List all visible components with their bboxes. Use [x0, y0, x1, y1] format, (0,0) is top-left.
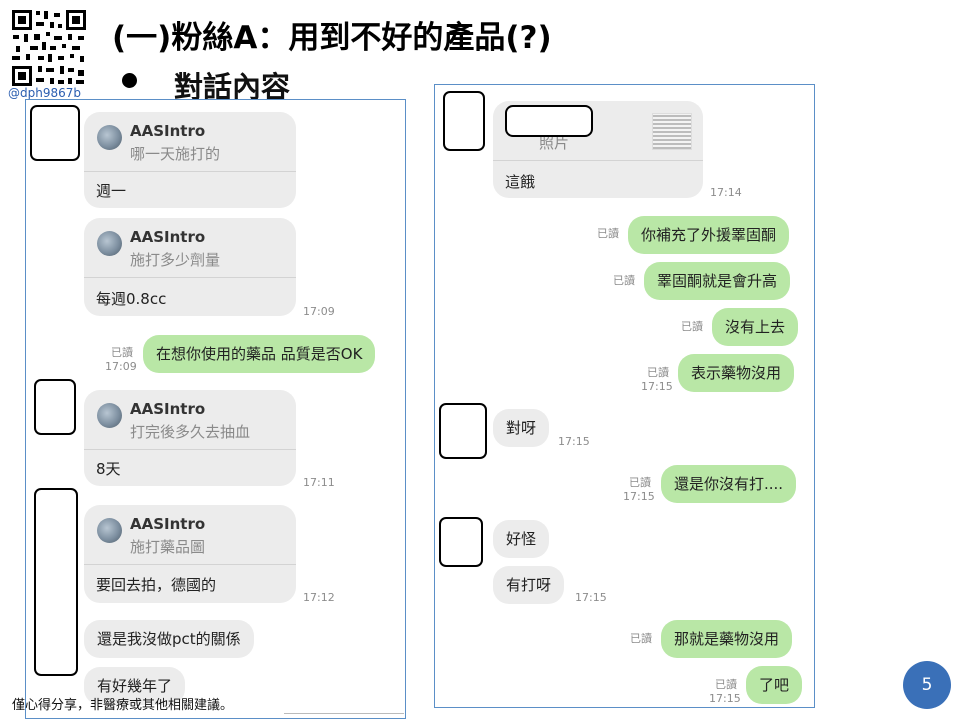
- read-receipt: 已讀: [629, 476, 651, 489]
- redacted-avatar: [34, 488, 78, 676]
- outgoing-message: 表示藥物沒用: [678, 354, 795, 392]
- slide-title: (一)粉絲A：用到不好的產品(?): [112, 20, 552, 56]
- incoming-message: 有打呀: [493, 566, 565, 604]
- reply-card: AASIntro 哪一天施打的 週一: [84, 112, 296, 208]
- outgoing-message: 還是你沒有打....: [661, 465, 797, 503]
- divider: [84, 277, 296, 278]
- disclaimer: 僅心得分享，非醫療或其他相關建議。: [12, 698, 234, 713]
- read-receipt: 已讀: [613, 274, 635, 287]
- avatar: [97, 403, 122, 428]
- reply-card: AASIntro 施打藥品圖 要回去拍，德國的: [84, 505, 296, 603]
- redacted-avatar: [439, 403, 487, 459]
- reply-quote: 施打多少劑量: [130, 251, 221, 269]
- read-receipt: 已讀: [111, 346, 133, 359]
- message-time: 17:15: [623, 490, 655, 503]
- message-time: 17:14: [710, 186, 742, 199]
- reply-quote: 打完後多久去抽血: [130, 423, 251, 441]
- divider: [84, 449, 296, 450]
- read-receipt: 已讀: [647, 366, 669, 379]
- read-receipt: 已讀: [681, 320, 703, 333]
- redacted-avatar: [443, 91, 485, 151]
- reply-author: AASIntro: [130, 515, 206, 533]
- reply-card: AASIntro 施打多少劑量 每週0.8cc: [84, 218, 296, 316]
- incoming-message: 好怪: [493, 520, 550, 558]
- read-receipt: 已讀: [630, 632, 652, 645]
- divider: [284, 713, 404, 714]
- reply-author: AASIntro: [130, 122, 206, 140]
- qr-code: [10, 8, 88, 88]
- bullet-icon: [122, 73, 137, 88]
- incoming-message: 還是我沒做pct的關係: [84, 620, 254, 658]
- divider: [493, 160, 703, 161]
- reply-text: 週一: [96, 182, 127, 200]
- outgoing-message: 那就是藥物沒用: [661, 620, 793, 658]
- author-handle: @dph9867b: [8, 86, 81, 100]
- redacted-avatar: [30, 105, 80, 161]
- reply-card: AASIntro 打完後多久去抽血 8天: [84, 390, 296, 486]
- incoming-message: 對呀: [493, 409, 550, 447]
- redacted-avatar: [439, 517, 483, 567]
- reply-text: 這餓: [505, 173, 536, 191]
- reply-text: 要回去拍，德國的: [96, 576, 217, 594]
- avatar: [97, 518, 122, 543]
- chat-screenshot-left: AASIntro 哪一天施打的 週一 AASIntro 施打多少劑量 每週0.8…: [25, 99, 406, 719]
- message-time: 17:09: [303, 305, 335, 318]
- outgoing-message: 了吧: [746, 666, 803, 704]
- read-receipt: 已讀: [597, 227, 619, 240]
- avatar: [97, 125, 122, 150]
- divider: [84, 564, 296, 565]
- outgoing-message: 在想你使用的藥品 品質是否OK: [143, 335, 376, 373]
- redacted-avatar: [34, 379, 76, 435]
- reply-author: AASIntro: [130, 228, 206, 246]
- avatar: [97, 231, 122, 256]
- chat-screenshot-right: 照片 這餓 17:14 已讀 你補充了外援睪固酮 已讀 睪固酮就是會升高 已讀 …: [434, 84, 815, 708]
- divider: [84, 171, 296, 172]
- message-time: 17:15: [558, 435, 590, 448]
- message-time: 17:15: [575, 591, 607, 604]
- reply-author: AASIntro: [130, 400, 206, 418]
- read-receipt: 已讀: [715, 678, 737, 691]
- reply-text: 8天: [96, 460, 121, 478]
- message-time: 17:15: [709, 692, 741, 705]
- reply-quote: 施打藥品圖: [130, 538, 206, 556]
- page-number-badge: 5: [903, 661, 951, 709]
- outgoing-message: 沒有上去: [712, 308, 799, 346]
- message-time: 17:09: [105, 360, 137, 373]
- outgoing-message: 你補充了外援睪固酮: [628, 216, 790, 254]
- reply-quote: 哪一天施打的: [130, 145, 221, 163]
- outgoing-message: 睪固酮就是會升高: [644, 262, 791, 300]
- photo-thumbnail: [652, 113, 692, 150]
- message-time: 17:11: [303, 476, 335, 489]
- redacted-name: [505, 105, 593, 137]
- reply-text: 每週0.8cc: [96, 290, 167, 308]
- message-time: 17:15: [641, 380, 673, 393]
- message-time: 17:12: [303, 591, 335, 604]
